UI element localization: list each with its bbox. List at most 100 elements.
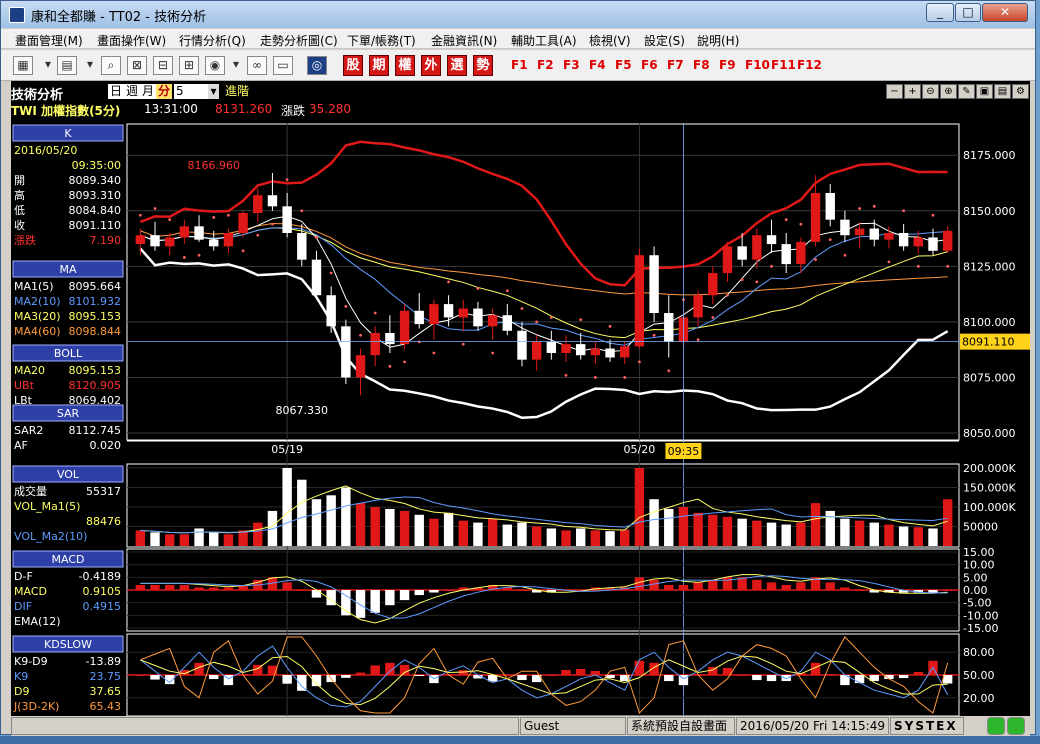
fkey-f11[interactable]: F11 [771, 58, 796, 72]
legend-label-k-4: 漲跌 [14, 233, 36, 247]
volume-bar [884, 524, 894, 546]
market-button-5[interactable]: 勢 [473, 55, 493, 76]
minimize-button[interactable]: _ [926, 3, 954, 22]
fkey-f9[interactable]: F9 [719, 58, 736, 72]
fkey-f10[interactable]: F10 [745, 58, 770, 72]
kd-diff-bar [649, 662, 659, 675]
legend-value-macd-2: 0.4915 [83, 600, 122, 613]
market-button-2[interactable]: 權 [395, 55, 415, 76]
menu-item-1[interactable]: 畫面操作(W) [97, 32, 166, 49]
sar-dot [549, 316, 553, 319]
tile-icon[interactable]: ⊟ [153, 56, 173, 75]
menu-item-7[interactable]: 檢視(V) [589, 32, 631, 49]
save-icon[interactable]: ▣ [976, 84, 993, 99]
close-button[interactable]: ✕ [982, 3, 1028, 22]
fkey-f4[interactable]: F4 [589, 58, 606, 72]
volume-bar [531, 526, 542, 546]
sar-dot [814, 258, 817, 262]
menu-item-6[interactable]: 輔助工具(A) [511, 32, 577, 49]
minus-icon[interactable]: − [886, 84, 903, 99]
legend-value-kd-2: 37.65 [90, 685, 122, 698]
print-icon[interactable]: ▤ [57, 56, 77, 75]
zoom-out-icon[interactable]: ⊖ [922, 84, 939, 99]
sar-dot [652, 333, 656, 337]
market-button-1[interactable]: 期 [369, 55, 389, 76]
candle-body [179, 226, 190, 238]
monitor-icon[interactable]: ▭ [273, 56, 293, 75]
period-week-tab[interactable]: 週 [124, 84, 141, 99]
period-month-tab[interactable]: 月 [140, 84, 157, 99]
fkey-f8[interactable]: F8 [693, 58, 710, 72]
brand-logo-icon[interactable]: ◎ [307, 56, 327, 75]
fkey-f3[interactable]: F3 [563, 58, 580, 72]
macd-hist-bar [223, 587, 234, 590]
chevron-down-icon[interactable]: ▾ [208, 84, 219, 99]
plus-icon[interactable]: + [904, 84, 921, 99]
volume-bar [678, 507, 689, 546]
market-button-4[interactable]: 選 [447, 55, 467, 76]
period-day-tab[interactable]: 日 [108, 84, 125, 99]
status-datetime: 2016/05/20 Fri 14:15:49 [736, 717, 889, 735]
kd-diff-bar [737, 675, 747, 676]
legend-value-sar-0: 8112.745 [69, 424, 122, 437]
candle-body [414, 310, 424, 325]
sar-dot [388, 364, 392, 368]
volume-bar [928, 528, 938, 546]
legend-value-k-4: 7.190 [90, 234, 122, 247]
close-window-icon[interactable]: ⊠ [127, 56, 147, 75]
candle-body [341, 326, 351, 378]
menu-item-3[interactable]: 走勢分析圖(C) [260, 32, 338, 49]
candle-body [194, 226, 204, 240]
fkey-f1[interactable]: F1 [511, 58, 528, 72]
legend-label-macd-0: D-F [14, 570, 33, 583]
macd-hist-bar [825, 582, 835, 590]
advanced-button[interactable]: 進階 [223, 84, 252, 99]
app-logo-icon [9, 7, 25, 23]
volume-bar [708, 514, 718, 546]
dropdown-arrow-icon[interactable]: ▾ [229, 56, 243, 75]
change-label: 漲跌 [281, 104, 306, 118]
draw-icon[interactable]: ✎ [958, 84, 975, 99]
dropdown-arrow-icon[interactable]: ▾ [83, 56, 97, 75]
menu-item-5[interactable]: 金融資訊(N) [431, 32, 497, 49]
fkey-f6[interactable]: F6 [641, 58, 658, 72]
fkey-f12[interactable]: F12 [797, 58, 822, 72]
link-icon[interactable]: ∞ [247, 56, 267, 75]
print-chart-icon[interactable]: ▤ [994, 84, 1011, 99]
maximize-button[interactable]: □ [955, 3, 981, 22]
menu-item-8[interactable]: 設定(S) [644, 32, 685, 49]
kd-diff-bar [370, 665, 380, 675]
menu-item-0[interactable]: 畫面管理(M) [15, 32, 83, 49]
menu-item-4[interactable]: 下單/帳務(T) [347, 32, 416, 49]
dropdown-arrow-icon[interactable]: ▾ [41, 56, 55, 75]
sar-dot [403, 360, 406, 364]
zoom-in-icon[interactable]: ⊕ [940, 84, 957, 99]
chart-svg[interactable]: K 2016/05/20 09:35:00 開 8089.340 高 8093.310 低 80… [11, 123, 1030, 716]
sar-dot [491, 351, 495, 355]
period-minute-tab[interactable]: 分 [156, 84, 173, 99]
candle-body [326, 295, 336, 327]
layout-icon[interactable]: ▦ [13, 56, 33, 75]
sar-dot [887, 260, 891, 264]
market-button-0[interactable]: 股 [343, 55, 363, 76]
fkey-f2[interactable]: F2 [537, 58, 554, 72]
zoom-icon[interactable]: ⌕ [101, 56, 121, 75]
candle-body [854, 228, 865, 236]
globe-icon[interactable]: ◉ [205, 56, 225, 75]
fkey-f5[interactable]: F5 [615, 58, 632, 72]
symbol-label: TWI 加權指數(5分) [11, 104, 121, 118]
grid-icon[interactable]: ⊞ [179, 56, 199, 75]
fkey-f7[interactable]: F7 [667, 58, 684, 72]
chart-header: 技術分析 日 週 月 分 5 ▾ 進階 TWI 加權指數(5分) 13:31:0… [11, 81, 1030, 123]
candle-body [942, 230, 953, 251]
macd-axis-tick: 5.00 [963, 571, 988, 584]
candle-body [766, 235, 777, 245]
market-button-3[interactable]: 外 [421, 55, 441, 76]
settings-icon[interactable]: ⚙ [1012, 84, 1029, 99]
kd-diff-bar [898, 675, 909, 679]
menu-item-9[interactable]: 說明(H) [697, 32, 739, 49]
sar-dot [182, 256, 186, 259]
menu-item-2[interactable]: 行情分析(Q) [179, 32, 246, 49]
volume-bar [840, 518, 850, 546]
candle-body [517, 330, 527, 360]
